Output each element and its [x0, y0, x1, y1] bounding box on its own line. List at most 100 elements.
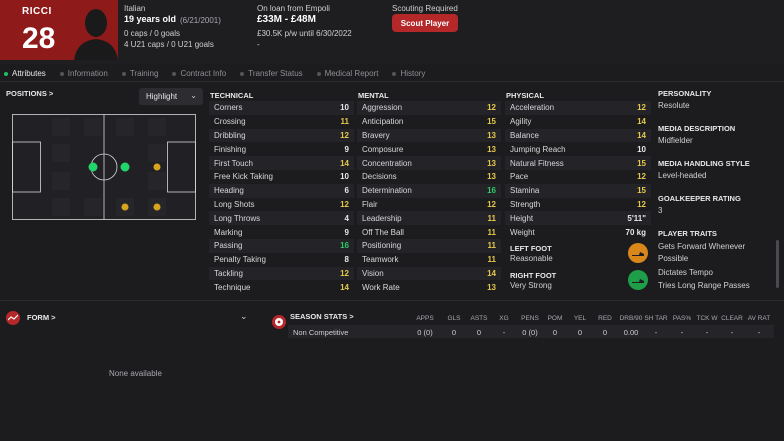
technical-attribute-row[interactable]: Dribbling 12 [209, 128, 354, 143]
technical-attribute-row[interactable]: Long Throws 4 [209, 211, 354, 226]
technical-attribute-row[interactable]: Technique 14 [209, 280, 354, 294]
attribute-name: Jumping Reach [510, 144, 566, 154]
physical-attribute-row[interactable]: Strength 12 [505, 198, 651, 212]
tab-dot-icon [4, 71, 8, 76]
player-header: RICCI 28 Italian 19 years old (6/21/2001… [0, 0, 784, 64]
technical-attribute-row[interactable]: Long Shots 12 [209, 198, 354, 212]
tab-attributes[interactable]: Attributes [4, 69, 46, 78]
mental-attribute-row[interactable]: Decisions 13 [357, 170, 501, 184]
mental-attribute-row[interactable]: Vision 14 [357, 266, 501, 281]
scout-player-button[interactable]: Scout Player [392, 14, 458, 32]
mental-attribute-row[interactable]: Teamwork 11 [357, 253, 501, 267]
attribute-value: 70 kg [625, 227, 646, 237]
physical-attribute-row[interactable]: Balance 14 [505, 128, 651, 143]
trait-1-line-2: Possible [658, 254, 689, 263]
physical-attribute-row[interactable]: Weight 70 kg [505, 225, 651, 239]
attribute-name: Finishing [214, 144, 247, 154]
attribute-value: 15 [637, 158, 646, 168]
physical-attribute-row[interactable]: Acceleration 12 [505, 101, 651, 115]
attribute-name: Long Throws [214, 213, 261, 223]
stat-header[interactable]: RED [592, 315, 618, 322]
attribute-value: 13 [487, 144, 496, 154]
stat-value: 0 (0) [417, 328, 433, 337]
attribute-name: Marking [214, 227, 243, 237]
mental-attribute-row[interactable]: Bravery 13 [357, 128, 501, 143]
technical-attribute-row[interactable]: Finishing 9 [209, 142, 354, 156]
stat-header[interactable]: YEL [567, 315, 593, 322]
mental-attribute-row[interactable]: Concentration 13 [357, 156, 501, 170]
technical-attribute-row[interactable]: Heading 6 [209, 183, 354, 198]
technical-attribute-row[interactable]: Crossing 11 [209, 115, 354, 129]
stat-value: 0 [451, 328, 457, 337]
technical-attribute-row[interactable]: First Touch 14 [209, 156, 354, 170]
attribute-value: 6 [344, 186, 349, 196]
stat-header[interactable]: DRB/90 [618, 315, 644, 322]
chevron-down-icon[interactable]: ⌄ [240, 311, 248, 322]
stat-header[interactable]: CLEAR [719, 315, 745, 322]
stat-header[interactable]: PENS [517, 315, 543, 322]
mental-attribute-row[interactable]: Composure 13 [357, 142, 501, 156]
tab-training[interactable]: Training [121, 69, 158, 78]
media-handling-label: MEDIA HANDLING STYLE [658, 159, 750, 168]
season-stats-title[interactable]: SEASON STATS > [290, 312, 354, 321]
stat-header[interactable]: POM [542, 315, 568, 322]
highlight-dropdown[interactable]: Highlight ⌄ [139, 88, 203, 105]
stat-header[interactable]: ASTS [466, 315, 492, 322]
mental-attribute-row[interactable]: Flair 12 [357, 198, 501, 212]
mental-attribute-row[interactable]: Aggression 12 [357, 101, 501, 115]
attribute-value: 13 [487, 172, 496, 182]
attribute-value: 12 [340, 268, 349, 278]
trait-2: Dictates Tempo [658, 268, 713, 277]
player-dob: (6/21/2001) [180, 16, 221, 25]
attribute-name: Dribbling [214, 130, 246, 140]
technical-attribute-row[interactable]: Penalty Taking 8 [209, 253, 354, 267]
technical-attribute-row[interactable]: Marking 9 [209, 225, 354, 239]
media-handling-value: Level-headed [658, 171, 707, 180]
tab-history[interactable]: History [392, 69, 425, 78]
position-dot-mc [120, 162, 130, 172]
mental-attribute-row[interactable]: Positioning 11 [357, 238, 501, 253]
attribute-name: Balance [510, 130, 539, 140]
attribute-name: Flair [362, 199, 378, 209]
physical-attribute-row[interactable]: Pace 12 [505, 170, 651, 184]
mental-attribute-row[interactable]: Determination 16 [357, 183, 501, 198]
stat-value: - [680, 328, 684, 337]
stat-header[interactable]: GLS [441, 315, 467, 322]
physical-attribute-row[interactable]: Agility 14 [505, 115, 651, 129]
form-title[interactable]: FORM > [27, 313, 56, 322]
stat-header[interactable]: AV RAT [746, 315, 772, 322]
mental-attributes: Aggression 12 Anticipation 15 Bravery 13 Compo… [357, 101, 501, 294]
mental-attribute-row[interactable]: Work Rate 13 [357, 280, 501, 294]
physical-attribute-row[interactable]: Stamina 15 [505, 183, 651, 198]
physical-attribute-row[interactable]: Natural Fitness 15 [505, 156, 651, 170]
attribute-value: 14 [340, 158, 349, 168]
tab-information[interactable]: Information [59, 69, 108, 78]
stat-value: 0 [476, 328, 482, 337]
attribute-name: Anticipation [362, 117, 404, 127]
mental-attribute-row[interactable]: Off The Ball 11 [357, 225, 501, 239]
tab-medical-report[interactable]: Medical Report [316, 69, 378, 78]
stat-header[interactable]: XG [491, 315, 517, 322]
technical-attribute-row[interactable]: Tackling 12 [209, 266, 354, 281]
stat-header[interactable]: TCK W [694, 315, 720, 322]
positions-link[interactable]: POSITIONS > [6, 89, 53, 98]
mental-attribute-row[interactable]: Anticipation 15 [357, 115, 501, 129]
attribute-name: Decisions [362, 172, 397, 182]
stat-header[interactable]: APPS [412, 315, 438, 322]
attribute-name: Long Shots [214, 199, 255, 209]
physical-attribute-row[interactable]: Jumping Reach 10 [505, 142, 651, 156]
attribute-name: Acceleration [510, 103, 555, 113]
stat-header[interactable]: PAS% [669, 315, 695, 322]
stat-header[interactable]: SH TAR [643, 315, 669, 322]
info-scrollbar[interactable] [776, 240, 779, 288]
attribute-value: 14 [637, 117, 646, 127]
highlight-selected: Highlight [146, 92, 178, 101]
technical-attribute-row[interactable]: Free Kick Taking 10 [209, 170, 354, 184]
mental-attribute-row[interactable]: Leadership 11 [357, 211, 501, 226]
tab-transfer-status[interactable]: Transfer Status [240, 69, 303, 78]
technical-attribute-row[interactable]: Passing 16 [209, 238, 354, 253]
stat-value: - [654, 328, 658, 337]
physical-attribute-row[interactable]: Height 5'11" [505, 211, 651, 226]
tab-contract-info[interactable]: Contract Info [172, 69, 226, 78]
technical-attribute-row[interactable]: Corners 10 [209, 101, 354, 115]
